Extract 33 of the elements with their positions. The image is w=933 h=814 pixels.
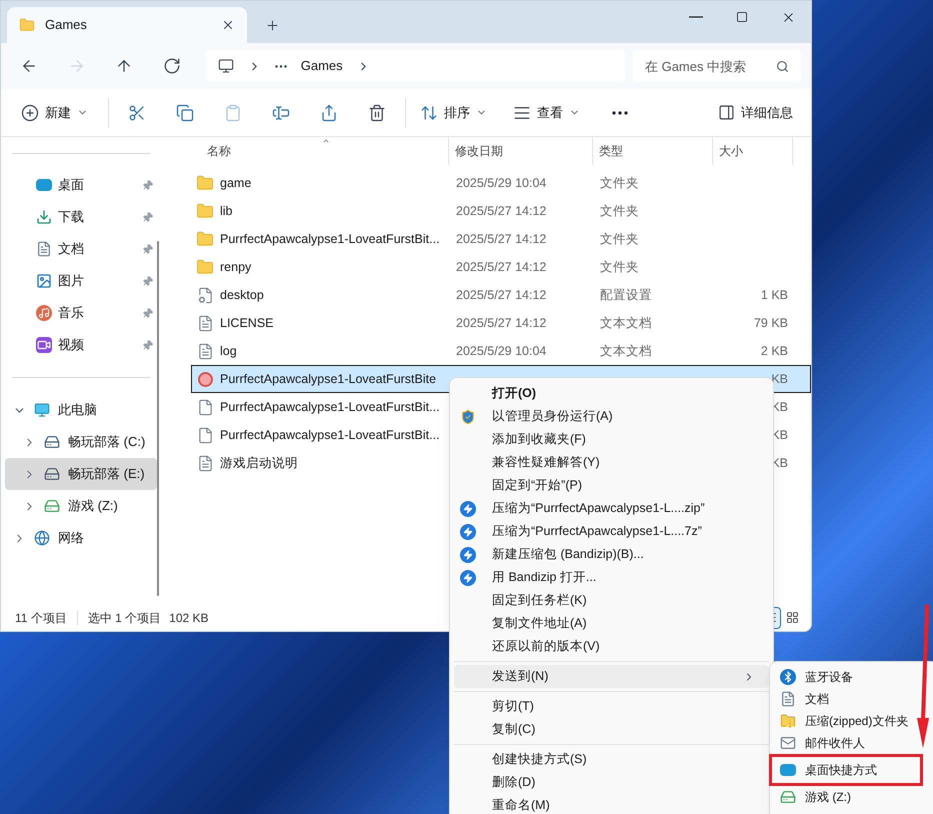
size-text: 2 KB bbox=[760, 344, 788, 358]
date-text: 2025/5/27 14:12 bbox=[456, 232, 546, 246]
file-name: PurrfectApawcalypse1-LoveatFurstBit... bbox=[220, 398, 440, 416]
file-name: log bbox=[220, 342, 237, 360]
type-text: 配置设置 bbox=[600, 288, 652, 302]
date-text: 2025/5/29 10:04 bbox=[456, 176, 546, 190]
size-text: 1 KB bbox=[760, 288, 788, 302]
type-text: 文本文档 bbox=[600, 344, 652, 358]
file-name: LICENSE bbox=[220, 314, 274, 332]
file-name: renpy bbox=[220, 258, 252, 276]
file-name: PurrfectApawcalypse1-LoveatFurstBit... bbox=[220, 426, 440, 444]
selection-size: 102 KB bbox=[169, 610, 209, 626]
selection-count: 选中 1 个项目 bbox=[88, 610, 162, 626]
file-name: lib bbox=[220, 202, 233, 220]
file-name: PurrfectApawcalypse1-LoveatFurstBit... bbox=[220, 230, 440, 248]
type-text: 文本文档 bbox=[600, 316, 652, 330]
type-text: 文件夹 bbox=[600, 260, 639, 274]
file-name: PurrfectApawcalypse1-LoveatFurstBite bbox=[220, 370, 436, 388]
size-text: 79 KB bbox=[754, 316, 788, 330]
type-text: 文件夹 bbox=[600, 232, 639, 246]
date-text: 2025/5/27 14:12 bbox=[456, 316, 546, 330]
tab-title: Games bbox=[45, 16, 88, 34]
size-text: KB bbox=[771, 372, 788, 386]
file-name: desktop bbox=[220, 286, 264, 304]
item-count: 11 个项目 bbox=[15, 610, 67, 626]
date-text: 2025/5/29 10:04 bbox=[456, 344, 546, 358]
date-text: 2025/5/27 14:12 bbox=[456, 204, 546, 218]
file-name: game bbox=[220, 174, 252, 192]
type-text: 文件夹 bbox=[600, 176, 639, 190]
date-text: 2025/5/27 14:12 bbox=[456, 260, 546, 274]
date-text: 2025/5/27 14:12 bbox=[456, 288, 546, 302]
type-text: 文件夹 bbox=[600, 204, 639, 218]
file-name: 游戏启动说明 bbox=[220, 454, 298, 472]
